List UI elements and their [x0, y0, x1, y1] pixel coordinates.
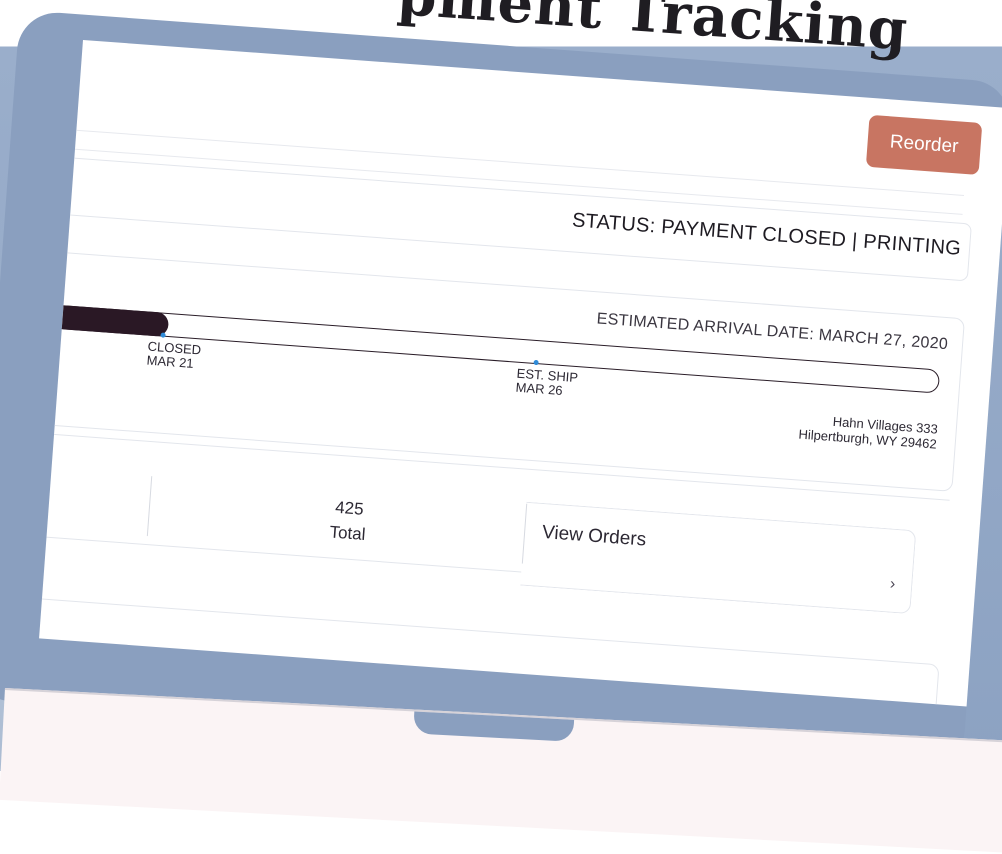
- milestone-dot-closed: [160, 332, 166, 338]
- column-divider: [146, 476, 153, 537]
- laptop-screen: Reorder STATUS: PAYMENT CLOSED | PRINTIN…: [39, 40, 1002, 707]
- reorder-button[interactable]: Reorder: [865, 114, 983, 175]
- view-orders-link[interactable]: View Orders ›: [520, 501, 917, 615]
- milestone-closed: CLOSED MAR 21: [146, 339, 201, 372]
- shipping-address: Hahn Villages 333 Hilpertburgh, WY 29462: [798, 412, 938, 452]
- milestone-est-ship: EST. SHIP MAR 26: [515, 366, 578, 399]
- milestone-dot-est-ship: [533, 359, 539, 366]
- status-badge: STATUS: PAYMENT CLOSED | PRINTING: [571, 209, 962, 260]
- chevron-right-icon: ›: [889, 575, 896, 593]
- total-count: 425: [334, 497, 365, 519]
- milestone-closed-date: MAR 21: [146, 352, 195, 371]
- progress-fill: [52, 304, 169, 337]
- shipment-tracking-card: ESTIMATED ARRIVAL DATE: MARCH 27, 2020 C…: [44, 251, 965, 492]
- laptop-notch: [413, 711, 575, 742]
- view-orders-label: View Orders: [541, 521, 647, 551]
- total-label: Total: [328, 522, 367, 544]
- row-divider: [39, 535, 522, 573]
